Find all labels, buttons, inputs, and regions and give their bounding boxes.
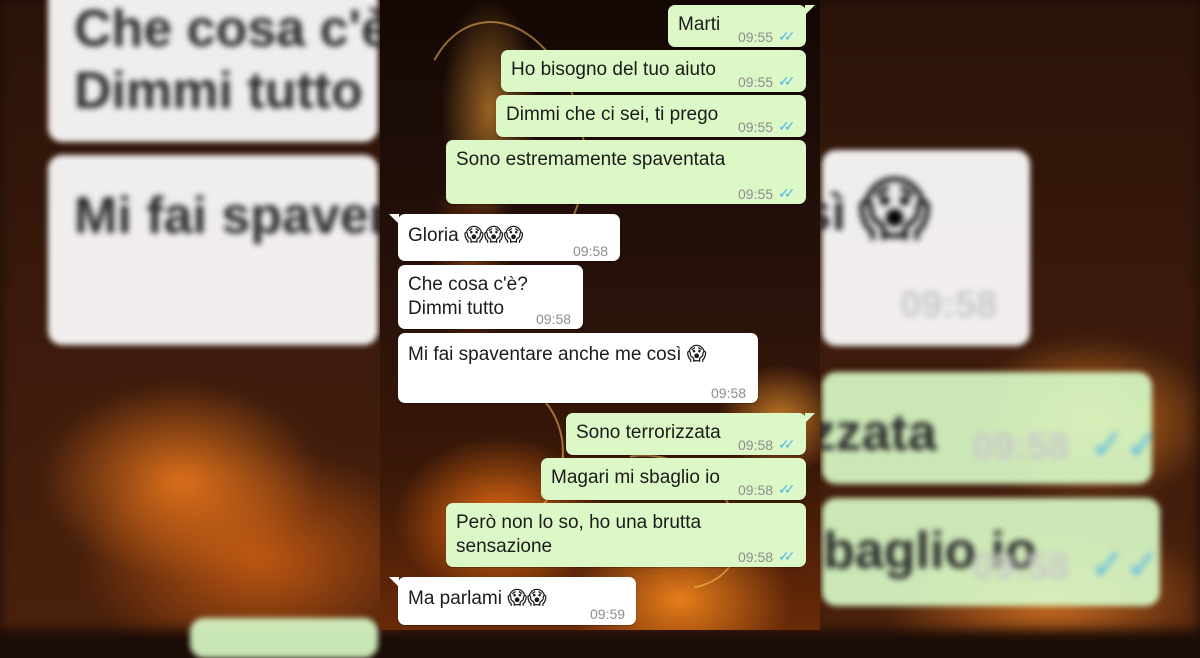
ghost-text: Che cosa c'è?	[74, 0, 422, 58]
message-bubble-outgoing[interactable]: Però non lo so, ho una brutta sensazione…	[446, 503, 806, 567]
message-text: Gloria 😱😱😱	[408, 225, 524, 246]
ghost-text: così	[822, 184, 847, 242]
message-time: 09:58	[738, 549, 774, 565]
chat-screen: Marti 09:55 ✓✓ Ho bisogno del tuo aiuto …	[380, 0, 820, 630]
message-text: Che cosa c'è? Dimmi tutto	[408, 274, 528, 319]
message-bubble-outgoing[interactable]: Sono terrorizzata 09:58 ✓✓	[566, 413, 815, 455]
ghost-bubble-left-top: Che cosa c'è? Dimmi tutto	[48, 0, 422, 142]
double-check-icon: ✓✓	[1090, 421, 1152, 468]
ghost-time: 09:58	[972, 546, 1070, 588]
message-bubble-incoming[interactable]: Che cosa c'è? Dimmi tutto 09:58	[398, 265, 583, 329]
message-text: Marti	[678, 14, 721, 35]
message-time: 09:55	[738, 186, 774, 202]
message-time: 09:55	[738, 119, 774, 135]
message-bubble-outgoing[interactable]: Ho bisogno del tuo aiuto 09:55 ✓✓	[501, 50, 806, 92]
ghost-time: 09:58	[972, 426, 1070, 468]
ghost-text: Sono terrorizzata	[822, 404, 937, 462]
message-bubble-outgoing[interactable]: Dimmi che ci sei, ti prego 09:55 ✓✓	[496, 95, 806, 137]
ghost-bubble-right-mid: così 😱 09:58	[822, 150, 1030, 346]
message-time: 09:58	[573, 243, 609, 259]
message-text: Sono estremamente spaventata	[456, 149, 726, 170]
double-check-icon: ✓✓	[1090, 541, 1160, 588]
double-check-icon: ✓✓	[778, 185, 796, 201]
message-bubble-outgoing[interactable]: Sono estremamente spaventata 09:55 ✓✓	[446, 140, 806, 204]
message-text: Sono terrorizzata	[576, 422, 721, 443]
message-time: 09:59	[590, 606, 626, 622]
message-time: 09:58	[738, 482, 774, 498]
message-text: Mi fai spaventare anche me così 😱	[408, 344, 707, 365]
message-text: Ma parlami 😱😱	[408, 588, 547, 609]
message-text: Magari mi sbaglio io	[551, 467, 720, 488]
message-time: 09:55	[738, 74, 774, 90]
message-time: 09:55	[738, 29, 774, 45]
double-check-icon: ✓✓	[778, 73, 796, 89]
ghost-bubble-left-bottom	[190, 618, 378, 658]
message-text: Ho bisogno del tuo aiuto	[511, 59, 716, 80]
ghost-bubble-left-mid: Mi fai spaventare anche me così	[48, 155, 869, 345]
double-check-icon: ✓✓	[778, 118, 796, 134]
ghost-bubble-right-low1: Sono terrorizzata 09:58 ✓✓	[822, 372, 1152, 484]
message-time: 09:58	[536, 311, 572, 327]
message-text: Però non lo so, ho una brutta sensazione	[456, 512, 702, 557]
message-time: 09:58	[711, 385, 747, 401]
ghost-text: Dimmi tutto	[74, 62, 363, 120]
double-check-icon: ✓✓	[778, 481, 796, 497]
double-check-icon: ✓✓	[778, 28, 796, 44]
message-bubble-incoming[interactable]: Mi fai spaventare anche me così 😱 09:58	[398, 333, 758, 403]
double-check-icon: ✓✓	[778, 548, 796, 564]
ghost-bubble-right-low2: Magari mi sbaglio io 09:58 ✓✓	[822, 498, 1160, 606]
double-check-icon: ✓✓	[778, 436, 796, 452]
scream-emoji-icon: 😱	[858, 170, 931, 248]
ghost-time: 09:58	[900, 284, 998, 326]
message-bubble-outgoing[interactable]: Magari mi sbaglio io 09:58 ✓✓	[541, 458, 806, 500]
message-bubble-incoming[interactable]: Ma parlami 😱😱 09:59	[389, 577, 636, 625]
message-bubble-outgoing[interactable]: Marti 09:55 ✓✓	[668, 5, 815, 47]
message-time: 09:58	[738, 437, 774, 453]
message-text: Dimmi che ci sei, ti prego	[506, 104, 719, 125]
message-bubble-incoming[interactable]: Gloria 😱😱😱 09:58	[389, 214, 620, 261]
